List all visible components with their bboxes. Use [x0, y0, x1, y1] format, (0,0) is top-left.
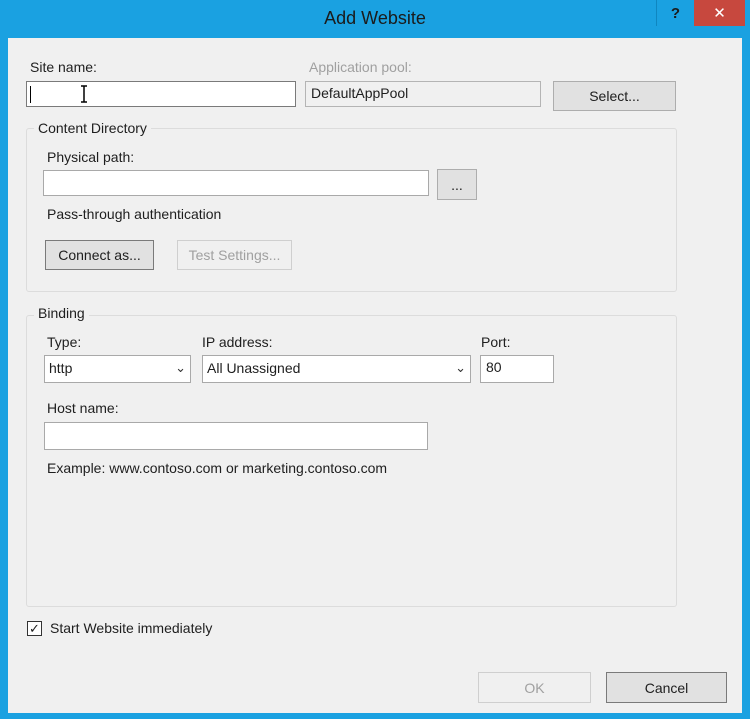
- physical-path-input[interactable]: [43, 170, 429, 196]
- ip-address-value: All Unassigned: [207, 360, 301, 376]
- pass-through-auth-label: Pass-through authentication: [47, 206, 222, 222]
- cancel-button[interactable]: Cancel: [606, 672, 727, 703]
- binding-group-label: Binding: [34, 305, 89, 321]
- site-name-label: Site name:: [30, 59, 97, 75]
- ip-address-label: IP address:: [202, 334, 273, 350]
- window-title: Add Website: [324, 8, 426, 28]
- port-input[interactable]: 80: [480, 355, 554, 383]
- dialog-body: Site name: Application pool: DefaultAppP…: [8, 38, 742, 713]
- chevron-down-icon: ⌄: [455, 360, 466, 375]
- binding-type-select[interactable]: http ⌄: [44, 355, 191, 383]
- start-website-checkbox[interactable]: ✓: [27, 621, 42, 636]
- help-button[interactable]: ?: [656, 0, 694, 26]
- ok-button[interactable]: OK: [478, 672, 591, 703]
- chevron-down-icon: ⌄: [175, 360, 186, 375]
- text-caret: [30, 86, 31, 103]
- content-directory-group-label: Content Directory: [34, 120, 151, 136]
- binding-type-label: Type:: [47, 334, 82, 350]
- port-label: Port:: [481, 334, 511, 350]
- host-name-example: Example: www.contoso.com or marketing.co…: [47, 460, 388, 476]
- browse-path-button[interactable]: ...: [437, 169, 477, 200]
- ibeam-cursor-icon: [81, 85, 87, 103]
- app-pool-label: Application pool:: [309, 59, 412, 75]
- window-frame-bottom: [0, 713, 750, 719]
- select-app-pool-button[interactable]: Select...: [553, 81, 676, 111]
- start-website-label: Start Website immediately: [50, 620, 213, 636]
- host-name-label: Host name:: [47, 400, 119, 416]
- window-frame-right: [742, 38, 750, 719]
- host-name-input[interactable]: [44, 422, 428, 450]
- close-button[interactable]: ✕: [694, 0, 745, 26]
- title-bar[interactable]: Add Website ? ✕: [0, 0, 750, 38]
- binding-type-value: http: [49, 360, 73, 376]
- test-settings-button[interactable]: Test Settings...: [177, 240, 292, 270]
- physical-path-label: Physical path:: [47, 149, 135, 165]
- connect-as-button[interactable]: Connect as...: [45, 240, 154, 270]
- site-name-input[interactable]: [26, 81, 296, 107]
- app-pool-field: DefaultAppPool: [305, 81, 541, 107]
- ip-address-select[interactable]: All Unassigned ⌄: [202, 355, 471, 383]
- window-frame-left: [0, 38, 8, 719]
